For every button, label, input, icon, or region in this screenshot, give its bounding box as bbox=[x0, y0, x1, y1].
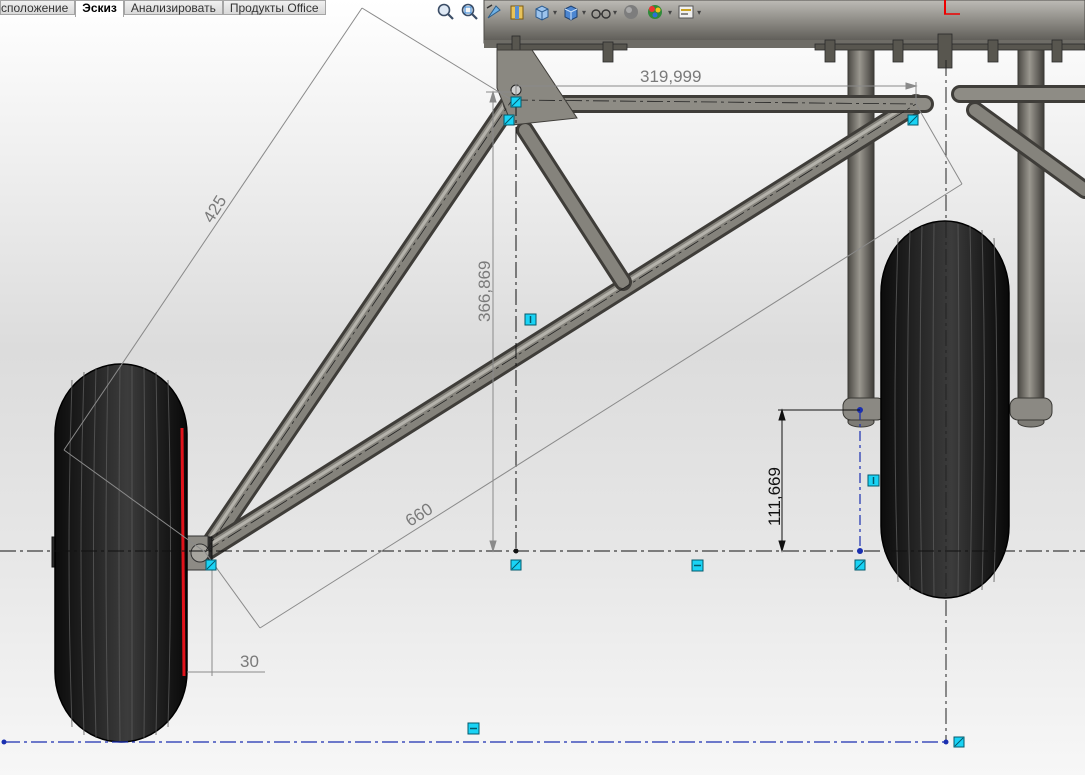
edit-appearance-icon[interactable] bbox=[621, 1, 641, 23]
coincident-relation-icon[interactable] bbox=[503, 114, 515, 126]
tab-office-products[interactable]: Продукты Office bbox=[222, 0, 326, 15]
display-style-icon[interactable]: ▾ bbox=[561, 1, 586, 23]
hide-show-items-icon[interactable]: ▾ bbox=[590, 1, 617, 23]
vertical-relation-icon[interactable] bbox=[867, 474, 880, 487]
horizontal-relation-icon[interactable] bbox=[691, 559, 704, 572]
coincident-relation-icon[interactable] bbox=[510, 559, 522, 571]
dimension-small-30[interactable]: 30 bbox=[240, 652, 259, 671]
view-orientation-icon[interactable]: ▾ bbox=[532, 1, 557, 23]
dimension-vertical-111[interactable]: 111,669 bbox=[765, 467, 784, 526]
graphics-viewport[interactable]: 319,999 425 366,869 660 30 111,669 bbox=[0, 0, 1085, 775]
coincident-relation-icon[interactable] bbox=[953, 736, 965, 748]
command-manager-tabs: сположение Эскиз Анализировать Продукты … bbox=[0, 0, 326, 17]
zoom-to-area-icon[interactable] bbox=[460, 1, 480, 23]
dimension-top-horizontal[interactable]: 319,999 bbox=[640, 67, 701, 86]
right-wheel-tire bbox=[880, 220, 1010, 599]
coincident-relation-icon[interactable] bbox=[907, 114, 919, 126]
left-wheel-tire bbox=[54, 363, 188, 743]
coincident-relation-icon[interactable] bbox=[510, 96, 522, 108]
tab-sketch[interactable]: Эскиз bbox=[75, 0, 124, 17]
tab-layout[interactable]: сположение bbox=[0, 0, 76, 15]
section-view-icon[interactable] bbox=[508, 1, 528, 23]
view-settings-icon[interactable]: ▾ bbox=[676, 1, 701, 23]
apply-scene-icon[interactable]: ▾ bbox=[645, 1, 672, 23]
selected-edge[interactable] bbox=[180, 427, 186, 677]
vertical-relation-icon[interactable] bbox=[524, 313, 537, 326]
horizontal-relation-icon[interactable] bbox=[467, 722, 480, 735]
previous-view-icon[interactable] bbox=[484, 1, 504, 23]
dimension-vertical-366[interactable]: 366,869 bbox=[475, 261, 494, 322]
dimension-111-geometry bbox=[778, 408, 860, 553]
heads-up-view-toolbar: ▾ ▾ ▾ ▾ ▾ bbox=[436, 0, 701, 24]
dimension-long-660[interactable]: 660 bbox=[402, 499, 436, 530]
coincident-relation-icon[interactable] bbox=[854, 559, 866, 571]
coincident-relation-icon[interactable] bbox=[205, 559, 217, 571]
zoom-to-fit-icon[interactable] bbox=[436, 1, 456, 23]
tab-analyze[interactable]: Анализировать bbox=[123, 0, 223, 15]
dimension-diagonal-425[interactable]: 425 bbox=[199, 192, 230, 226]
